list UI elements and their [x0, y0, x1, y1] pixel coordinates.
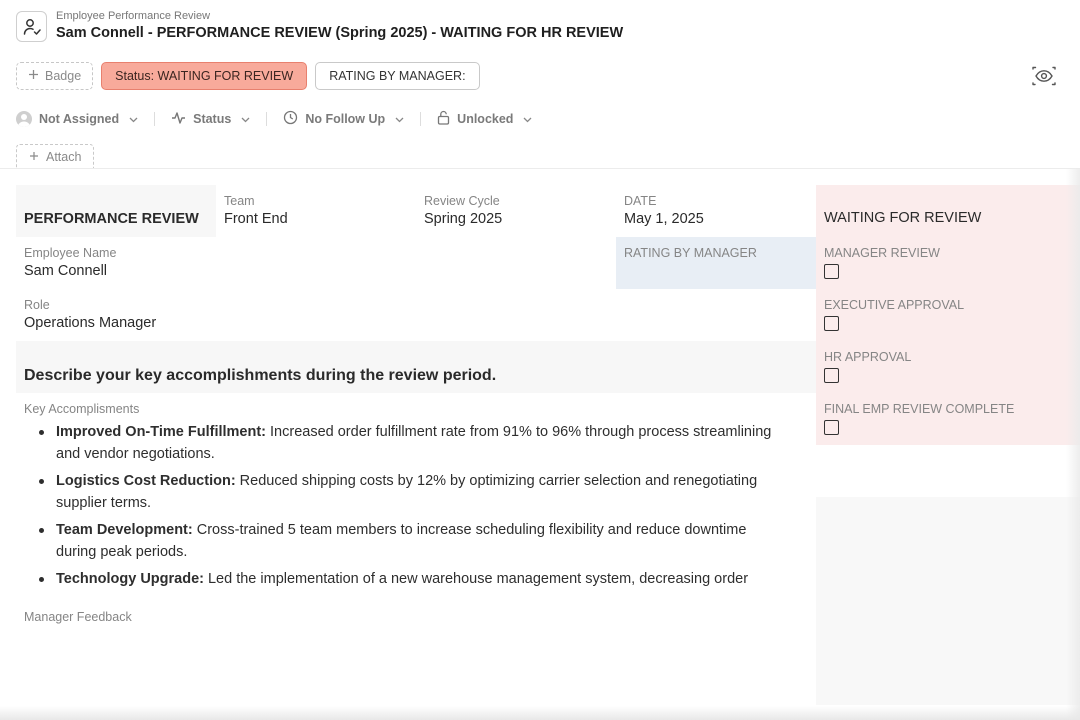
- user-check-icon[interactable]: [16, 11, 47, 42]
- role-label: Role: [24, 298, 50, 312]
- assignee-label: Not Assigned: [39, 112, 120, 126]
- rating-by-manager-field[interactable]: RATING BY MANAGER: [616, 237, 816, 289]
- scroll-shadow-bottom: [0, 706, 1080, 720]
- executive-approval-checkbox[interactable]: [824, 316, 839, 331]
- final-review-label: FINAL EMP REVIEW COMPLETE: [824, 402, 1015, 416]
- employee-name-value: Sam Connell: [24, 263, 108, 279]
- date-label: DATE: [624, 194, 657, 208]
- hr-approval-label: HR APPROVAL: [824, 350, 912, 364]
- plus-icon: [28, 69, 39, 83]
- attach-button[interactable]: Attach: [16, 144, 95, 168]
- question-heading-box: Describe your key accomplishments during…: [16, 341, 816, 393]
- follow-up-dropdown[interactable]: No Follow Up: [283, 110, 404, 128]
- final-review-check: FINAL EMP REVIEW COMPLETE: [824, 401, 1014, 435]
- divider: [420, 112, 422, 126]
- status-label: Status: [193, 112, 232, 126]
- manager-review-checkbox[interactable]: [824, 264, 839, 279]
- employee-name-field[interactable]: Employee Name Sam Connell: [16, 245, 124, 281]
- page-title: Sam Connell - PERFORMANCE REVIEW (Spring…: [56, 25, 624, 41]
- breadcrumb[interactable]: Employee Performance Review: [56, 10, 623, 22]
- avatar-icon: [16, 111, 32, 127]
- add-badge-button[interactable]: Badge: [16, 62, 94, 90]
- list-item: Technology Upgrade: Led the implementati…: [24, 568, 784, 590]
- divider: [266, 112, 268, 126]
- accomplishments-label: Key Accomplisments: [24, 402, 140, 416]
- chevron-down-icon: [129, 112, 138, 126]
- review-cycle-value: Spring 2025: [424, 211, 503, 227]
- scroll-shadow-right: [1066, 168, 1080, 720]
- employee-name-label: Employee Name: [24, 246, 117, 260]
- question-heading: Describe your key accomplishments during…: [24, 367, 497, 384]
- panel-title: WAITING FOR REVIEW: [824, 210, 982, 226]
- attach-label: Attach: [46, 149, 82, 164]
- executive-approval-check: EXECUTIVE APPROVAL: [824, 297, 964, 331]
- list-item: Logistics Cost Reduction: Reduced shippi…: [24, 470, 784, 514]
- date-field[interactable]: DATE May 1, 2025: [616, 193, 712, 229]
- activity-icon: [171, 111, 186, 128]
- section-title-cell: PERFORMANCE REVIEW: [16, 185, 216, 237]
- section-divider: [0, 168, 1080, 169]
- hr-approval-checkbox[interactable]: [824, 368, 839, 383]
- accomplishments-list[interactable]: Improved On-Time Fulfillment: Increased …: [24, 421, 784, 595]
- role-field[interactable]: Role Operations Manager: [16, 297, 164, 333]
- unlock-icon: [437, 110, 450, 128]
- chevron-down-icon: [523, 112, 532, 126]
- manager-review-label: MANAGER REVIEW: [824, 246, 940, 260]
- team-value: Front End: [224, 211, 288, 227]
- properties-row: Not Assigned Status No Follow Up Unlocke…: [16, 108, 532, 130]
- chevron-down-icon: [241, 112, 250, 126]
- plus-icon: [29, 150, 39, 164]
- manager-review-check: MANAGER REVIEW: [824, 245, 940, 279]
- preview-eye-icon[interactable]: [1030, 64, 1058, 88]
- rating-by-manager-label: RATING BY MANAGER: [624, 246, 757, 260]
- final-review-checkbox[interactable]: [824, 420, 839, 435]
- list-item: Team Development: Cross-trained 5 team m…: [24, 519, 784, 563]
- team-label: Team: [224, 194, 255, 208]
- panel-empty-area: [816, 497, 1080, 705]
- executive-approval-label: EXECUTIVE APPROVAL: [824, 298, 965, 312]
- team-field[interactable]: Team Front End: [216, 193, 296, 229]
- lock-label: Unlocked: [457, 112, 514, 126]
- manager-feedback-label: Manager Feedback: [24, 610, 132, 624]
- chevron-down-icon: [395, 112, 404, 126]
- list-item: Improved On-Time Fulfillment: Increased …: [24, 421, 784, 465]
- hr-approval-check: HR APPROVAL: [824, 349, 911, 383]
- review-cycle-field[interactable]: Review Cycle Spring 2025: [416, 193, 510, 229]
- role-value: Operations Manager: [24, 315, 157, 331]
- section-title: PERFORMANCE REVIEW: [24, 210, 199, 227]
- review-cycle-label: Review Cycle: [424, 194, 500, 208]
- clock-icon: [283, 110, 298, 128]
- status-badge[interactable]: Status: WAITING FOR REVIEW: [101, 62, 308, 90]
- add-badge-label: Badge: [45, 69, 82, 83]
- assignee-dropdown[interactable]: Not Assigned: [16, 111, 138, 127]
- follow-up-label: No Follow Up: [305, 112, 386, 126]
- badge-row: Badge Status: WAITING FOR REVIEW RATING …: [16, 62, 480, 90]
- divider: [154, 112, 156, 126]
- status-dropdown[interactable]: Status: [171, 111, 250, 128]
- lock-dropdown[interactable]: Unlocked: [437, 110, 532, 128]
- date-value: May 1, 2025: [624, 211, 704, 227]
- rating-badge[interactable]: RATING BY MANAGER:: [315, 62, 480, 90]
- page-header: Employee Performance Review Sam Connell …: [16, 10, 623, 43]
